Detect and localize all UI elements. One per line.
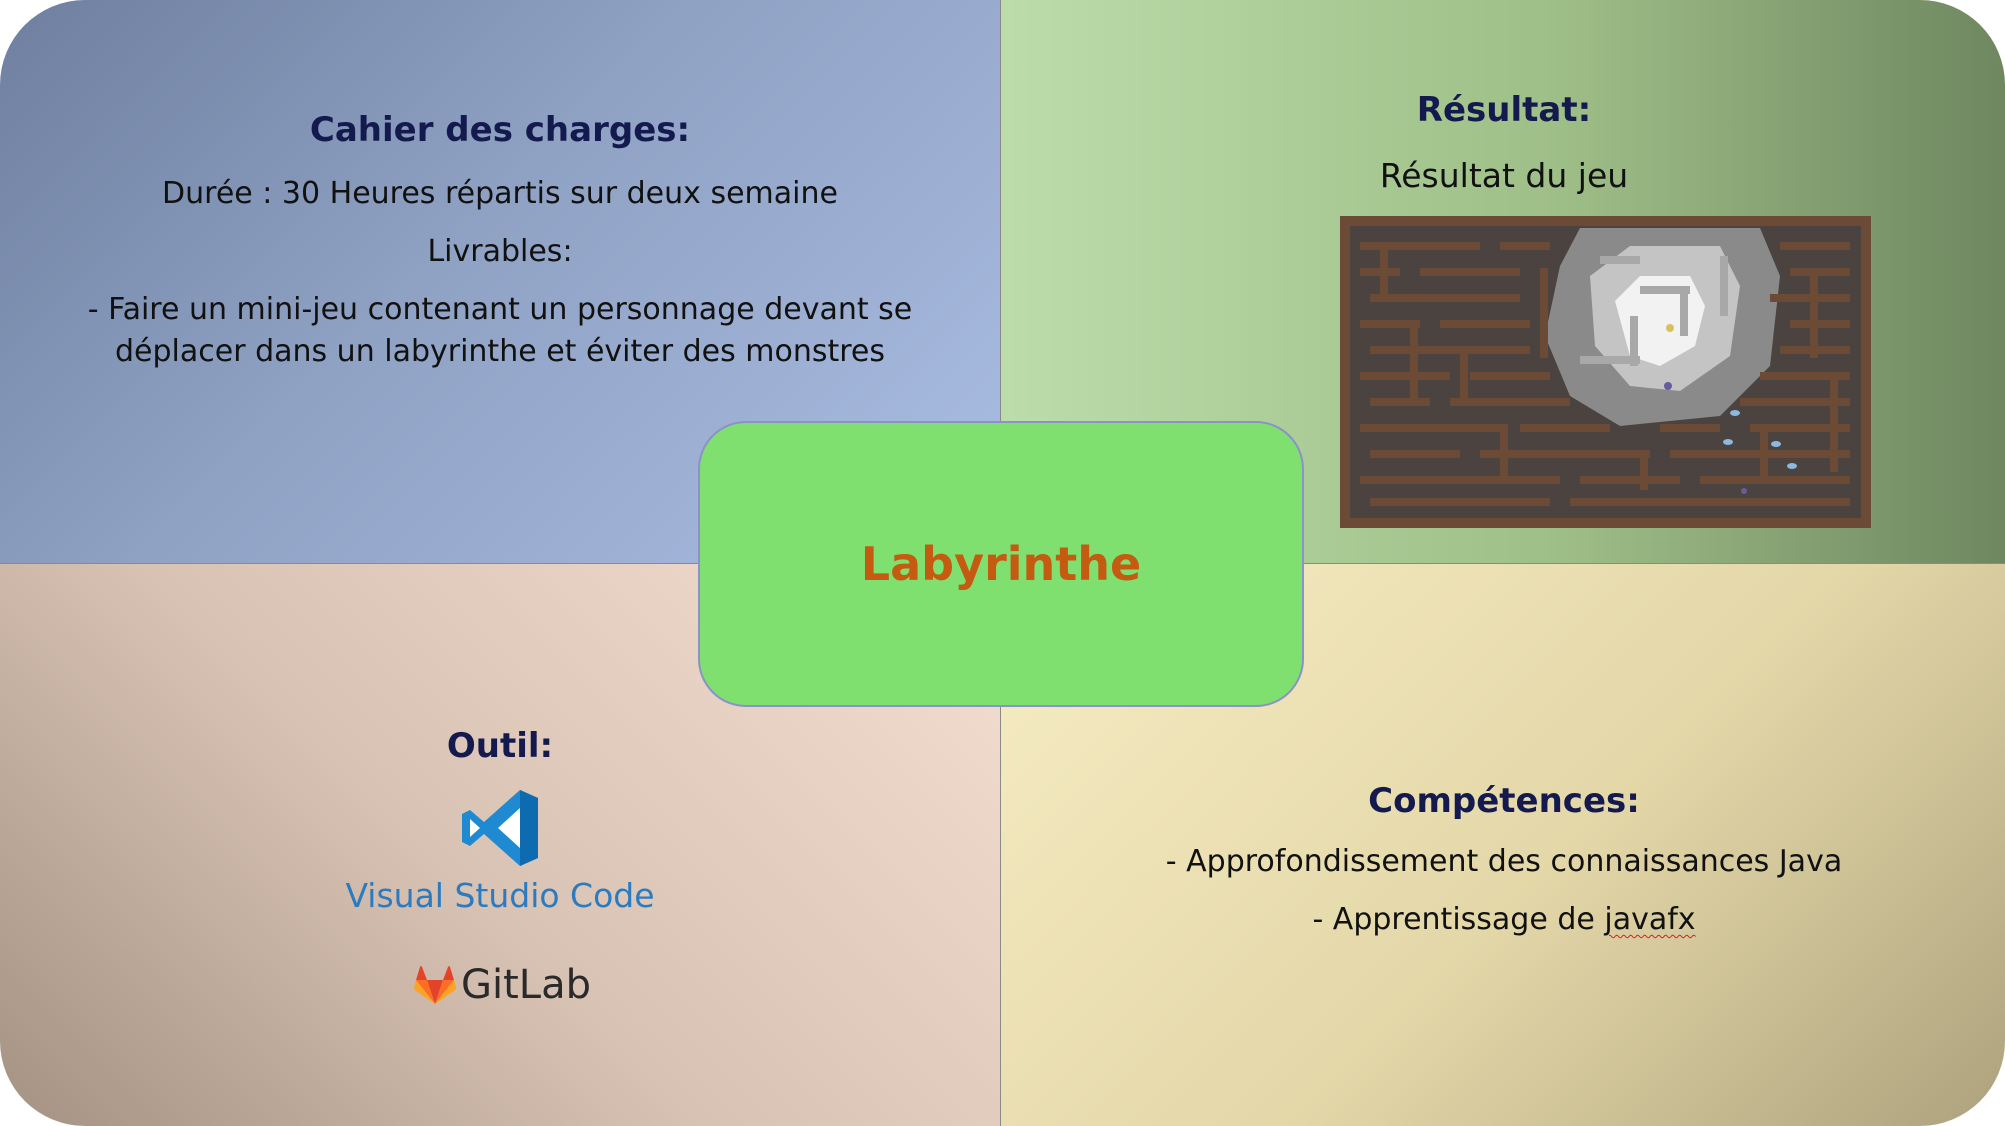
center-title-box: Labyrinthe [698, 421, 1304, 707]
gitlab-label: GitLab [461, 962, 591, 1008]
cahier-livrable-line1: - Faire un mini-jeu contenant un personn… [87, 292, 913, 327]
cahier-livrables-label: Livrables: [427, 234, 573, 269]
resultat-heading: Résultat: [1416, 90, 1592, 130]
vscode-label: Visual Studio Code [345, 876, 655, 915]
outil-heading: Outil: [446, 726, 554, 766]
resultat-caption: Résultat du jeu [1379, 156, 1629, 195]
competences-line2: - Apprentissage de javafx [1104, 902, 1904, 937]
vscode-logo-icon [462, 790, 538, 866]
competences-line2-prefix: - Apprentissage de [1312, 902, 1605, 937]
cahier-livrable-line2: déplacer dans un labyrinthe et éviter de… [114, 334, 886, 369]
competences-line1: - Approfondissement des connaissances Ja… [1165, 844, 1843, 879]
competences-line2-javafx: javafx [1604, 902, 1696, 937]
gitlab-logo-icon [414, 966, 456, 1004]
maze-game-screenshot [1340, 216, 1871, 528]
cahier-heading: Cahier des charges: [309, 110, 691, 150]
competences-heading: Compétences: [1368, 781, 1640, 821]
slide-board: Cahier des charges: Durée : 30 Heures ré… [0, 0, 2005, 1126]
cahier-duree: Durée : 30 Heures répartis sur deux sema… [162, 176, 838, 211]
center-title: Labyrinthe [860, 537, 1142, 591]
